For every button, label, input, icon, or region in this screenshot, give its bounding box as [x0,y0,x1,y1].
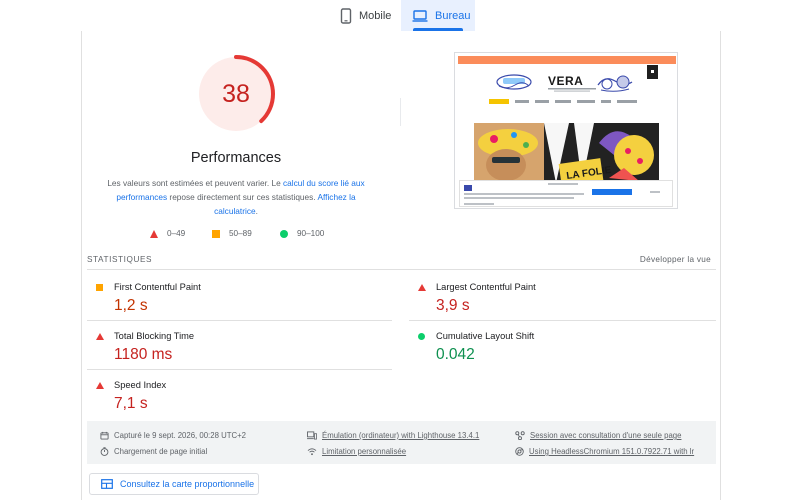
legend-range-pass: 90–100 [297,229,325,238]
preview-brand-logo: VERA [548,74,584,88]
treemap-button-label: Consultez la carte proportionnelle [120,479,255,489]
score-legend: 0–49 50–89 90–100 [0,229,800,241]
captured-date-item: Capturé le 9 sept. 2026, 00:28 UTC+2 [100,431,246,440]
preview-cookie-banner [459,180,673,207]
throttling-link[interactable]: Limitation personnalisée [307,447,406,456]
legend-range-fail: 0–49 [167,229,186,238]
statistics-label: STATISTIQUES [87,255,153,264]
metric-value: 0.042 [436,346,475,363]
legend-item-average: 50–89 [212,229,252,238]
treemap-icon [101,479,113,489]
tab-mobile[interactable]: Mobile [333,0,399,31]
statistics-header: STATISTIQUES Développer la vue [87,255,711,267]
page-screenshot-preview[interactable]: VERA LA FOLIE [454,52,678,209]
metric-total-blocking-time[interactable]: Total Blocking Time 1180 ms [87,321,387,367]
description-text-start: Les valeurs sont estimées et peuvent var… [107,178,284,188]
metric-speed-index[interactable]: Speed Index 7,1 s [87,370,387,416]
performance-description: Les valeurs sont estimées et peuvent var… [101,176,371,218]
performance-title: Performances [190,150,282,166]
metric-value: 3,9 s [436,297,470,314]
metric-name: Total Blocking Time [114,331,195,341]
performance-score-value: 38 [222,79,250,108]
device-tabs: Mobile Bureau [0,0,800,31]
column-divider [400,98,401,126]
calendar-icon [100,431,109,440]
preview-left-illustration [496,74,532,90]
green-circle-icon [418,333,425,340]
run-info-panel: Capturé le 9 sept. 2026, 00:28 UTC+2 Cha… [87,421,716,464]
metric-first-contentful-paint[interactable]: First Contentful Paint 1,2 s [87,272,387,318]
chrome-icon [515,447,524,456]
desktop-laptop-icon [412,9,428,22]
preview-top-banner [458,56,676,64]
legend-item-fail: 0–49 [150,229,185,238]
orange-square-icon [96,284,103,291]
throttling-text: Limitation personnalisée [322,447,407,456]
statistics-divider [87,269,716,270]
tab-desktop[interactable]: Bureau [401,0,475,31]
tab-desktop-label: Bureau [435,9,471,22]
page-load-item: Chargement de page initial [100,447,207,456]
browser-version-text: Using HeadlessChromium 151.0.7922.71 wit… [529,447,695,456]
expand-view-button[interactable]: Développer la vue [640,255,711,264]
red-triangle-icon [418,284,426,291]
metric-name: Speed Index [114,380,167,390]
description-text-middle: repose directement sur ces statistiques. [167,192,318,202]
session-text: Session avec consultation d'une seule pa… [530,431,682,440]
orange-square-icon [212,229,220,238]
captured-date-text: Capturé le 9 sept. 2026, 00:28 UTC+2 [114,431,246,440]
metric-value: 1,2 s [114,297,148,314]
preview-navigation [489,99,645,104]
timer-icon [100,447,109,456]
wifi-icon [307,448,317,456]
tab-mobile-label: Mobile [359,9,392,22]
legend-range-average: 50–89 [229,229,252,238]
devices-icon [307,431,317,440]
metric-name: Cumulative Layout Shift [436,331,535,341]
green-circle-icon [280,229,288,238]
metric-value: 1180 ms [114,346,173,363]
red-triangle-icon [96,333,104,340]
metric-name: First Contentful Paint [114,282,201,292]
page-load-text: Chargement de page initial [114,447,208,456]
preview-corner-widget [647,65,658,79]
metric-name: Largest Contentful Paint [436,282,536,292]
metric-value: 7,1 s [114,395,148,412]
preview-brand-tagline [548,88,596,92]
emulation-text: Émulation (ordinateur) with Lighthouse 1… [322,431,480,440]
mobile-phone-icon [340,7,352,24]
emulation-link[interactable]: Émulation (ordinateur) with Lighthouse 1… [307,431,479,440]
red-triangle-icon [96,382,104,389]
description-text-end: . [255,206,258,216]
browser-version-link[interactable]: Using HeadlessChromium 151.0.7922.71 wit… [515,447,694,456]
preview-right-illustration [597,75,633,92]
preview-hero-image: LA FOLIE [474,123,659,183]
session-link[interactable]: Session avec consultation d'une seule pa… [515,431,681,440]
session-nodes-icon [515,431,525,440]
metric-cumulative-layout-shift[interactable]: Cumulative Layout Shift 0.042 [409,321,709,367]
red-triangle-icon [150,229,158,238]
legend-item-pass: 90–100 [280,229,324,238]
metric-largest-contentful-paint[interactable]: Largest Contentful Paint 3,9 s [409,272,709,318]
treemap-button[interactable]: Consultez la carte proportionnelle [89,473,259,495]
